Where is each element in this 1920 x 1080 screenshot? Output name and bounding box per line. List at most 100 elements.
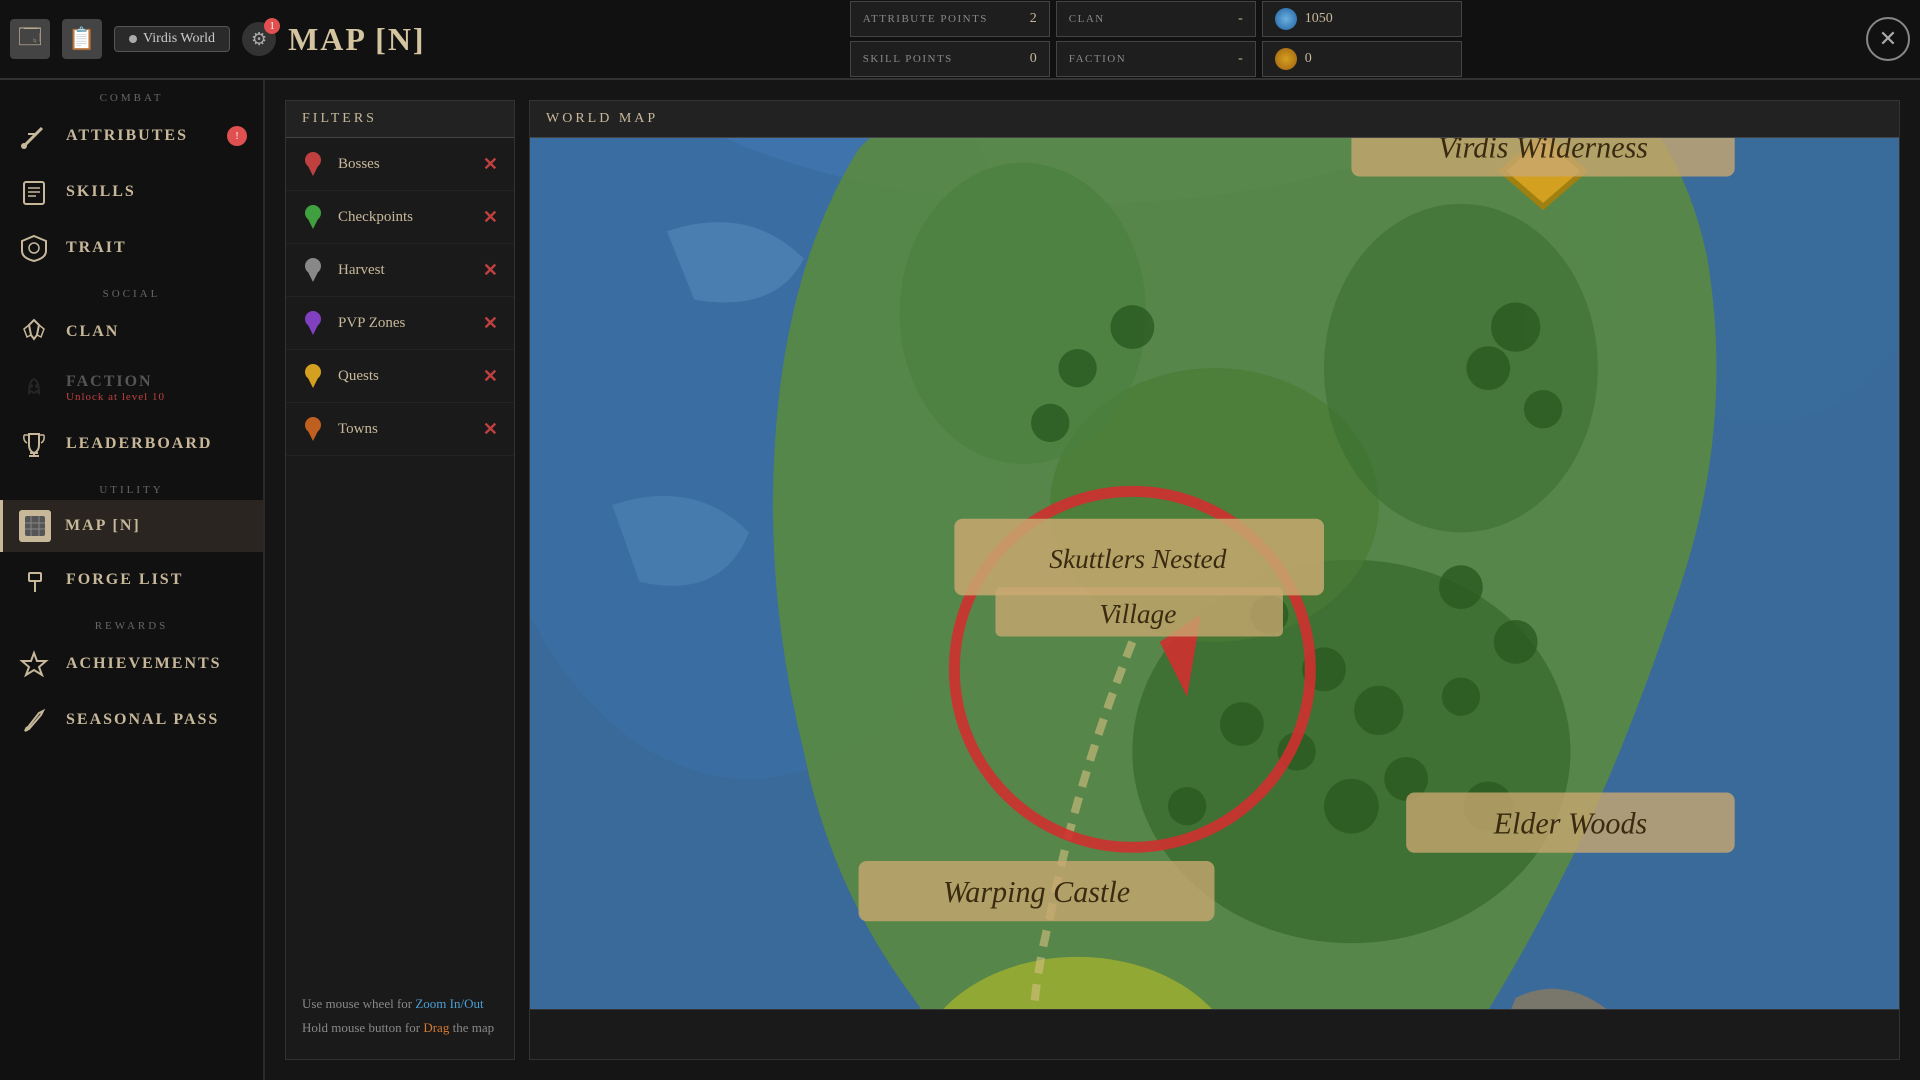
filter-harvest[interactable]: Harvest ✕ [286,244,514,297]
svg-text:Village: Village [1099,599,1176,629]
towns-pin [302,415,324,443]
skill-points-label: SKILL POINTS [863,53,1022,65]
forge-label: FORGE LIST [66,571,183,589]
svg-text:Elder Woods: Elder Woods [1493,807,1648,841]
leaderboard-label: LEADERBOARD [66,435,212,453]
sidebar-item-achievements[interactable]: ACHIEVEMENTS [0,636,263,692]
sidebar-item-map[interactable]: MAP [N] [0,500,263,552]
towns-label: Towns [338,421,469,438]
clan-value: - [1238,11,1243,27]
map-title: WORLD MAP [530,101,1899,138]
map-container[interactable]: Skuttlers Nested Village Virdis Wilderne… [530,138,1899,1009]
filter-quests[interactable]: Quests ✕ [286,350,514,403]
rewards-section-label: REWARDS [0,608,263,636]
filters-title: FILTERS [286,101,514,138]
bosses-pin [302,150,324,178]
svg-text:Virdis Wilderness: Virdis Wilderness [1438,138,1648,164]
instruction-zoom: Use mouse wheel for Zoom In/Out [302,992,498,1015]
clan-label: CLAN [66,323,119,341]
quests-remove[interactable]: ✕ [483,366,498,387]
combat-section-label: COMBAT [0,80,263,108]
trait-label: TRAIT [66,239,127,257]
window-icon[interactable]: 🗔 [10,19,50,59]
currency2-row: 0 [1262,41,1462,77]
sidebar-item-trait[interactable]: TRAIT [0,220,263,276]
document-icon[interactable]: 📋 [62,19,102,59]
shield-icon [16,230,52,266]
faction-sublabel: Unlock at level 10 [66,391,165,403]
attribute-points-label: ATTRIBUTE POINTS [863,13,1022,25]
faction-value: - [1238,51,1243,67]
clan-row: CLAN - [1056,1,1256,37]
sword-icon [16,118,52,154]
zoom-highlight: Zoom In/Out [415,996,483,1011]
checkpoints-remove[interactable]: ✕ [483,207,498,228]
sidebar-item-attributes[interactable]: ATTRIBUTES ! [0,108,263,164]
world-map-svg: Skuttlers Nested Village Virdis Wilderne… [530,138,1899,1009]
skills-label: SKILLS [66,183,136,201]
faction-label: FACTION [66,373,165,391]
ghost-icon [16,370,52,406]
svg-text:Warping Castle: Warping Castle [943,875,1130,909]
harvest-label: Harvest [338,262,469,279]
attributes-label: ATTRIBUTES [66,127,188,145]
hammer-icon [16,562,52,598]
skill-points-row: SKILL POINTS 0 [850,41,1050,77]
gear-badge: 1 [264,18,280,34]
attribute-points-row: ATTRIBUTE POINTS 2 [850,1,1050,37]
sidebar-item-clan[interactable]: CLAN [0,304,263,360]
attribute-points-value: 2 [1030,11,1037,27]
skill-points-value: 0 [1030,51,1037,67]
tab-dot [129,35,137,43]
checkpoints-label: Checkpoints [338,209,469,226]
currency2-icon [1275,48,1297,70]
drag-highlight: Drag [423,1020,449,1035]
towns-remove[interactable]: ✕ [483,419,498,440]
sidebar-item-skills[interactable]: SKILLS [0,164,263,220]
top-stats-area: ATTRIBUTE POINTS 2 SKILL POINTS 0 CLAN -… [456,1,1856,77]
main-layout: COMBAT ATTRIBUTES ! SKIL [0,80,1920,1080]
sidebar-item-leaderboard[interactable]: LEADERBOARD [0,416,263,472]
pvp-label: PVP Zones [338,315,469,332]
sidebar-item-faction[interactable]: FACTION Unlock at level 10 [0,360,263,416]
filter-bosses[interactable]: Bosses ✕ [286,138,514,191]
filter-checkpoints[interactable]: Checkpoints ✕ [286,191,514,244]
gear-button[interactable]: ⚙ 1 [242,22,276,56]
faction-info: FACTION Unlock at level 10 [66,373,165,403]
faction-label: FACTION [1069,53,1230,65]
filters-instructions: Use mouse wheel for Zoom In/Out Hold mou… [286,972,514,1059]
map-panel: WORLD MAP [529,100,1900,1060]
bosses-remove[interactable]: ✕ [483,154,498,175]
filter-pvp[interactable]: PVP Zones ✕ [286,297,514,350]
content-area: FILTERS Bosses ✕ Chec [265,80,1920,1080]
sidebar-item-seasonal[interactable]: SEASONAL PASS [0,692,263,748]
page-title: MAP [N] [288,21,426,58]
quests-label: Quests [338,368,469,385]
pvp-remove[interactable]: ✕ [483,313,498,334]
harvest-remove[interactable]: ✕ [483,260,498,281]
svg-text:Skuttlers Nested: Skuttlers Nested [1049,544,1226,574]
currency2-value: 0 [1305,51,1312,67]
instruction-drag: Hold mouse button for Drag the map [302,1016,498,1039]
bosses-label: Bosses [338,156,469,173]
right-stats: 1050 0 [1262,1,1462,77]
instruction2-end: the map [449,1020,494,1035]
blade-icon [16,702,52,738]
filters-panel: FILTERS Bosses ✕ Chec [285,100,515,1060]
utility-section-label: UTILITY [0,472,263,500]
sidebar-item-forge[interactable]: FORGE LIST [0,552,263,608]
close-button[interactable]: ✕ [1866,17,1910,61]
world-tab[interactable]: Virdis World [114,26,230,52]
star-icon [16,646,52,682]
harvest-pin [302,256,324,284]
book-icon [16,174,52,210]
seasonal-label: SEASONAL PASS [66,711,219,729]
filter-towns[interactable]: Towns ✕ [286,403,514,456]
achievements-label: ACHIEVEMENTS [66,655,222,673]
instruction2-text: Hold mouse button for [302,1020,423,1035]
instruction1-text: Use mouse wheel for [302,996,415,1011]
left-stats: ATTRIBUTE POINTS 2 SKILL POINTS 0 [850,1,1050,77]
currency1-row: 1050 [1262,1,1462,37]
checkpoints-pin [302,203,324,231]
tab-text: Virdis World [143,31,215,47]
